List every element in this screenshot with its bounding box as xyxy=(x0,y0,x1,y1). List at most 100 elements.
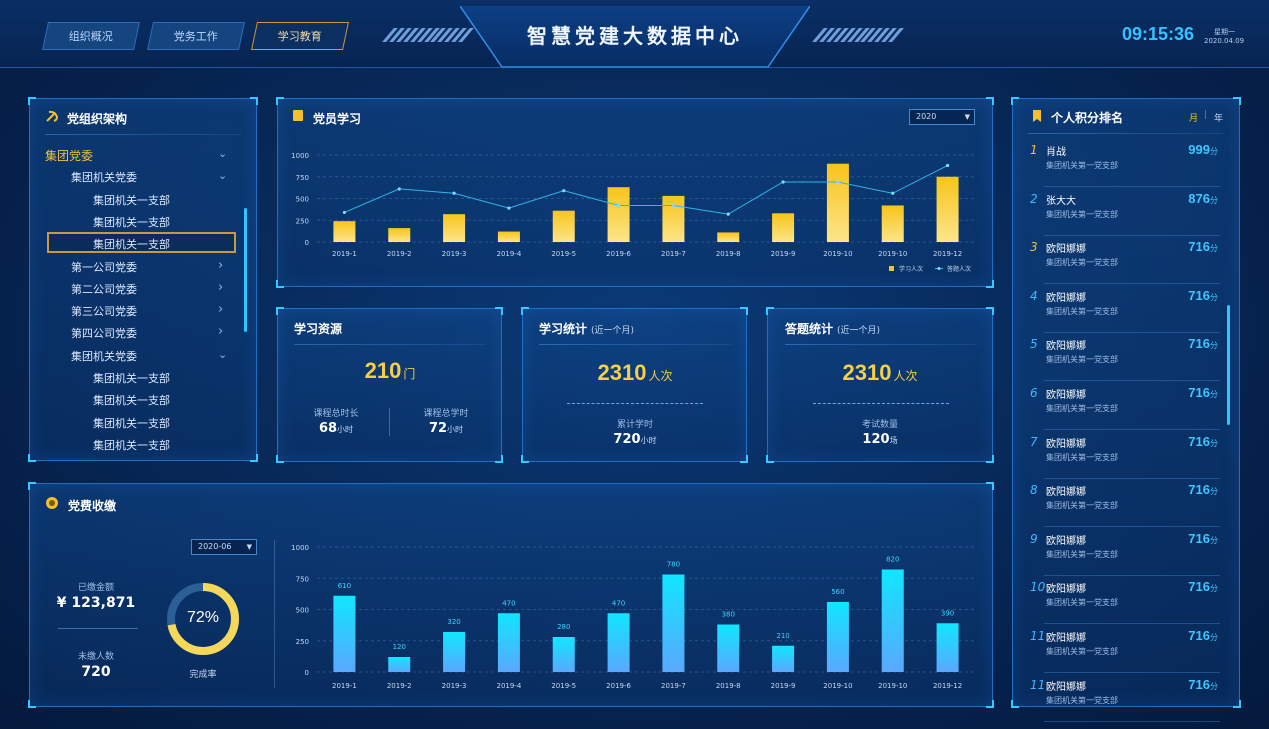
answer-point[interactable] xyxy=(726,212,730,216)
fee-bar[interactable] xyxy=(443,632,466,672)
ranking-row[interactable]: 8 欧阳娜娜 集团机关第一党支部 716分 xyxy=(1026,479,1220,528)
chevron-down-icon[interactable]: ⌄ xyxy=(218,148,227,159)
study-bar[interactable] xyxy=(662,195,685,242)
study-bar[interactable] xyxy=(443,214,466,242)
chevron-down-icon[interactable]: ⌄ xyxy=(218,349,227,360)
study-bar[interactable] xyxy=(388,228,411,242)
fee-bar[interactable] xyxy=(607,613,630,672)
ranking-row[interactable]: 6 欧阳娜娜 集团机关第一党支部 716分 xyxy=(1026,382,1220,430)
fee-bar[interactable] xyxy=(552,637,575,672)
resources-count-unit: 门 xyxy=(403,367,416,381)
decor-stripes-right xyxy=(812,28,904,42)
fee-bar[interactable] xyxy=(826,602,849,672)
ranking-row[interactable]: 9 欧阳娜娜 集团机关第一党支部 716分 xyxy=(1026,528,1220,576)
study-bar[interactable] xyxy=(607,187,630,242)
study-bar[interactable] xyxy=(497,231,520,242)
org-tree-item[interactable]: 集团机关一支部 xyxy=(93,437,170,453)
toggle-year[interactable]: 年 xyxy=(1214,111,1223,124)
chevron-right-icon[interactable]: › xyxy=(218,303,226,316)
study-bar[interactable] xyxy=(552,210,575,242)
study-year-select[interactable]: 2020 ▼ xyxy=(909,109,975,125)
ranking-row[interactable]: 4 欧阳娜娜 集团机关第一党支部 716分 xyxy=(1026,285,1220,333)
fee-bar[interactable] xyxy=(936,623,959,672)
answer-point[interactable] xyxy=(562,189,566,193)
resources-title: 学习资源 xyxy=(294,322,343,336)
rank-score: 716分 xyxy=(1188,336,1218,352)
org-tree-item[interactable]: 集团机关一支部 xyxy=(93,214,170,230)
chevron-right-icon[interactable]: › xyxy=(218,281,226,294)
fee-bar[interactable] xyxy=(388,657,411,672)
fee-bar[interactable] xyxy=(772,645,795,672)
org-tree-scrollbar[interactable] xyxy=(244,208,247,332)
ranking-row[interactable]: 11 欧阳娜娜 集团机关第一党支部 716分 xyxy=(1026,674,1220,722)
rank-name: 欧阳娜娜 xyxy=(1046,438,1086,450)
study-bar[interactable] xyxy=(881,205,904,242)
ranking-row[interactable]: 7 欧阳娜娜 集团机关第一党支部 716分 xyxy=(1026,431,1220,479)
study-bar[interactable] xyxy=(333,221,356,242)
ranking-scrollbar[interactable] xyxy=(1227,305,1230,425)
answer-point[interactable] xyxy=(836,180,840,184)
answer-point[interactable] xyxy=(342,210,347,215)
fee-bar[interactable] xyxy=(333,595,356,672)
x-tick-label: 2019-5 xyxy=(551,250,576,258)
chevron-down-icon[interactable]: ⌄ xyxy=(218,170,227,181)
chevron-right-icon[interactable]: › xyxy=(218,325,226,338)
legend-label-answer: 答题人次 xyxy=(947,265,971,273)
org-tree-item[interactable]: 集团机关一支部 xyxy=(93,236,170,252)
fee-bar[interactable] xyxy=(881,569,904,673)
divider xyxy=(1028,133,1224,134)
fee-data-label: 820 xyxy=(886,556,899,564)
org-tree-item[interactable]: 集团机关一支部 xyxy=(93,370,170,386)
divider xyxy=(58,628,138,629)
tab-org-overview[interactable]: 组织概况 xyxy=(42,22,140,50)
answer-point[interactable] xyxy=(507,206,511,210)
answer-point[interactable] xyxy=(891,191,895,195)
book-icon xyxy=(293,110,303,121)
answer-point[interactable] xyxy=(616,203,621,208)
answer-point[interactable] xyxy=(671,203,676,208)
divider xyxy=(539,344,731,345)
ranking-row[interactable]: 2 张大大 集团机关第一党支部 876分 xyxy=(1026,188,1220,236)
study-stats-count: 2310 人次 xyxy=(597,360,673,385)
org-tree-item[interactable]: 集团机关一支部 xyxy=(93,192,170,208)
org-tree-item[interactable]: 集团机关党委 xyxy=(71,348,137,364)
x-tick-label: 2019-9 xyxy=(771,250,796,258)
ranking-row[interactable]: 5 欧阳娜娜 集团机关第一党支部 716分 xyxy=(1026,333,1220,382)
study-bar[interactable] xyxy=(717,232,740,242)
course-duration-value: 68小时 xyxy=(318,421,354,436)
org-tree-item[interactable]: 第二公司党委 xyxy=(71,281,137,297)
fees-month-select[interactable]: 2020-06 ▼ xyxy=(191,539,257,555)
toggle-month[interactable]: 月 xyxy=(1189,111,1198,124)
chevron-right-icon[interactable]: › xyxy=(218,259,226,272)
fee-bar[interactable] xyxy=(662,574,685,673)
rank-name: 欧阳娜娜 xyxy=(1046,244,1086,256)
fee-bar[interactable] xyxy=(497,613,520,672)
ranking-row[interactable]: 1 肖战 集团机关第一党支部 999分 xyxy=(1026,139,1220,187)
y-tick-label: 250 xyxy=(296,638,309,646)
x-tick-label: 2019-7 xyxy=(661,682,686,690)
org-tree-item[interactable]: 第一公司党委 xyxy=(71,259,137,275)
org-tree-item[interactable]: 集团机关一支部 xyxy=(93,392,170,408)
answer-point[interactable] xyxy=(397,187,401,191)
org-tree-item[interactable]: 第四公司党委 xyxy=(71,325,137,341)
study-bar[interactable] xyxy=(936,176,959,242)
fee-bar[interactable] xyxy=(717,624,740,673)
study-bar[interactable] xyxy=(772,213,795,242)
org-tree-item[interactable]: 集团机关一支部 xyxy=(93,415,170,431)
tab-study-education[interactable]: 学习教育 xyxy=(251,22,349,50)
rank-dept: 集团机关第一党支部 xyxy=(1046,209,1118,219)
ranking-row[interactable]: 3 欧阳娜娜 集团机关第一党支部 716分 xyxy=(1026,236,1220,285)
ranking-row[interactable]: 11 欧阳娜娜 集团机关第一党支部 716分 xyxy=(1026,625,1220,673)
party-emblem-icon xyxy=(46,110,59,122)
study-bar[interactable] xyxy=(826,163,849,242)
answer-point[interactable] xyxy=(781,180,785,184)
completion-rate-label: 完成率 xyxy=(189,670,217,680)
y-tick-label: 1000 xyxy=(291,152,309,160)
answer-point[interactable] xyxy=(945,163,950,168)
answer-point[interactable] xyxy=(452,191,456,195)
org-tree-item[interactable]: 集团党委 xyxy=(45,147,93,164)
org-tree-item[interactable]: 集团机关党委 xyxy=(71,169,137,185)
org-tree-item[interactable]: 第三公司党委 xyxy=(71,303,137,319)
tab-party-work[interactable]: 党务工作 xyxy=(147,22,245,50)
ranking-row[interactable]: 10 欧阳娜娜 集团机关第一党支部 716分 xyxy=(1026,576,1220,625)
